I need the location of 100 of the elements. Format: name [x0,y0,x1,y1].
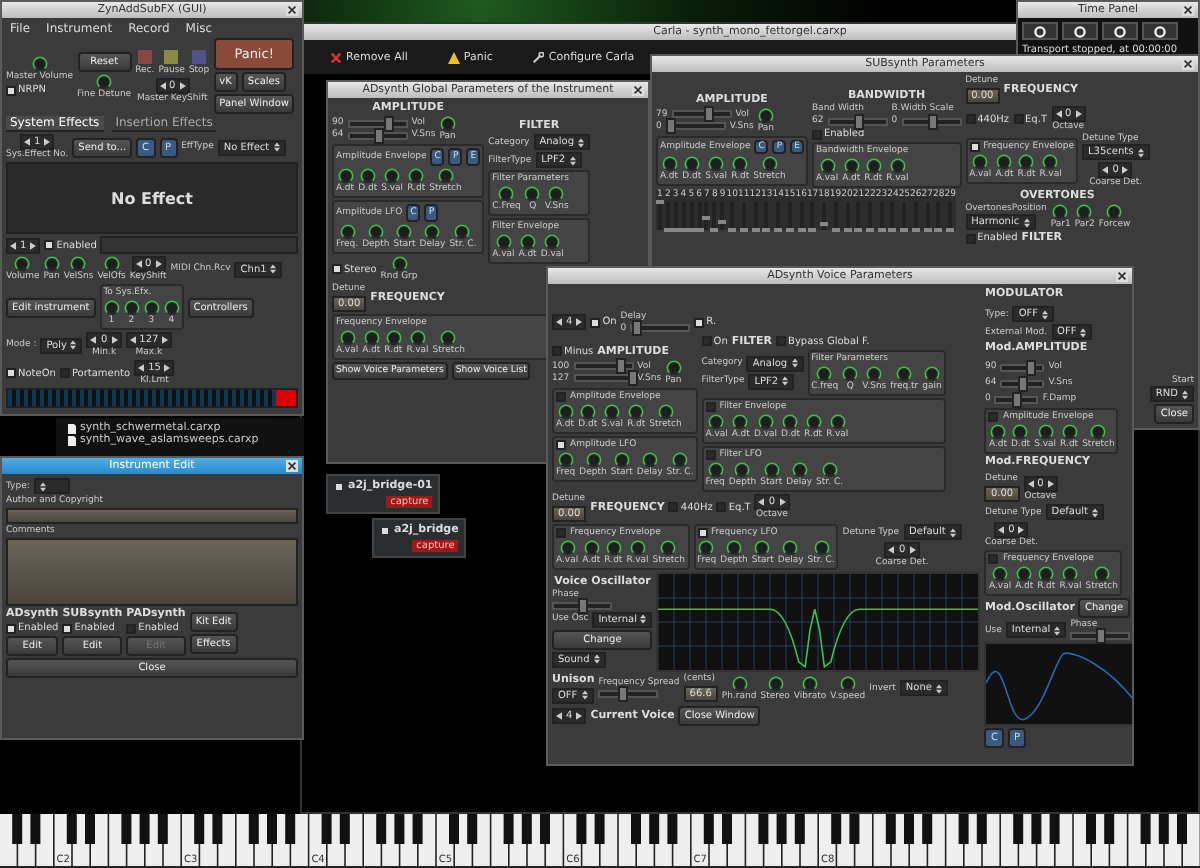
checkbox[interactable] [988,412,999,422]
knob[interactable] [660,539,677,555]
close-icon[interactable] [1182,58,1194,70]
slider-thumb[interactable] [1012,391,1023,407]
knob[interactable] [579,403,596,419]
knob[interactable] [396,224,413,240]
knob[interactable] [363,330,380,346]
knob[interactable] [707,461,724,477]
checkbox[interactable] [969,142,980,152]
knob[interactable] [339,224,356,240]
slider-thumb[interactable] [1096,628,1107,644]
knob[interactable] [757,107,774,123]
knob[interactable] [14,256,31,272]
knob[interactable] [708,413,725,429]
text-field[interactable] [6,538,298,606]
slider-thumb[interactable] [578,597,588,613]
slider-thumb[interactable] [853,113,864,129]
knob[interactable] [1061,424,1078,440]
knob[interactable] [791,461,808,477]
slider-thumb[interactable] [1018,375,1029,391]
knob[interactable] [548,186,565,202]
knob[interactable] [924,365,941,381]
knob[interactable] [992,566,1009,582]
knob[interactable] [524,186,541,202]
knob[interactable] [802,675,819,691]
close-icon[interactable] [632,84,644,96]
slider-thumb[interactable] [384,115,395,131]
knob[interactable] [31,56,48,72]
slider-thumb[interactable] [373,127,384,143]
checkbox[interactable] [556,439,566,449]
knob[interactable] [757,413,774,429]
knob[interactable] [672,451,689,467]
knob[interactable] [767,675,784,691]
text-field[interactable] [6,508,298,524]
slider-thumb[interactable] [718,219,727,224]
knob[interactable] [708,155,725,171]
knob[interactable] [359,168,376,184]
knob[interactable] [1052,204,1069,220]
close-icon[interactable] [1116,270,1128,282]
knob[interactable] [43,256,60,272]
slider-thumb[interactable] [615,358,626,374]
checkbox[interactable] [556,391,566,401]
knob[interactable] [585,451,601,467]
knob[interactable] [896,365,913,381]
checkbox[interactable] [556,527,566,537]
knob[interactable] [821,461,838,477]
knob[interactable] [782,539,799,555]
knob[interactable] [990,424,1007,440]
knob[interactable] [866,365,883,381]
knob[interactable] [819,158,836,174]
knob[interactable] [665,359,682,375]
knob[interactable] [143,300,160,316]
knob[interactable] [391,256,408,272]
knob[interactable] [557,451,574,467]
knob[interactable] [583,539,600,555]
knob[interactable] [385,330,402,346]
piano-keys-drawing[interactable] [0,814,1200,868]
slider-thumb[interactable] [666,118,677,134]
knob[interactable] [163,300,180,316]
knob[interactable] [698,539,715,555]
knob[interactable] [813,539,830,555]
knob[interactable] [1018,154,1035,170]
transport-button[interactable] [1022,22,1058,40]
close-icon[interactable] [286,460,298,472]
knob[interactable] [1042,154,1059,170]
knob[interactable] [996,154,1013,170]
knob[interactable] [1106,204,1123,220]
knob[interactable] [384,168,401,184]
knob[interactable] [731,675,748,691]
knob[interactable] [657,403,674,419]
knob[interactable] [754,539,771,555]
knob[interactable] [1090,424,1107,440]
slider-thumb[interactable] [702,215,711,220]
knob[interactable] [604,403,621,419]
knob[interactable] [557,403,574,419]
knob[interactable] [1037,424,1054,440]
knob[interactable] [1093,566,1110,582]
slider-thumb[interactable] [927,113,938,129]
knob[interactable] [1012,424,1029,440]
slider-thumb[interactable] [627,370,638,386]
transport-button[interactable] [1142,22,1178,40]
slider-thumb[interactable] [618,686,629,702]
knob[interactable] [683,155,700,171]
dropdown[interactable] [33,478,70,494]
knob[interactable] [842,365,859,381]
knob[interactable] [337,168,354,184]
knob[interactable] [661,155,678,171]
knob[interactable] [889,158,906,174]
knob[interactable] [761,155,778,171]
slider-thumb[interactable] [703,106,714,122]
knob[interactable] [103,256,120,272]
transport-button[interactable] [1102,22,1138,40]
knob[interactable] [440,330,457,346]
knob[interactable] [1016,566,1033,582]
knob[interactable] [763,461,780,477]
knob[interactable] [613,451,630,467]
knob[interactable] [439,116,456,132]
knob[interactable] [732,155,749,171]
knob[interactable] [732,413,749,429]
close-icon[interactable] [286,4,298,16]
